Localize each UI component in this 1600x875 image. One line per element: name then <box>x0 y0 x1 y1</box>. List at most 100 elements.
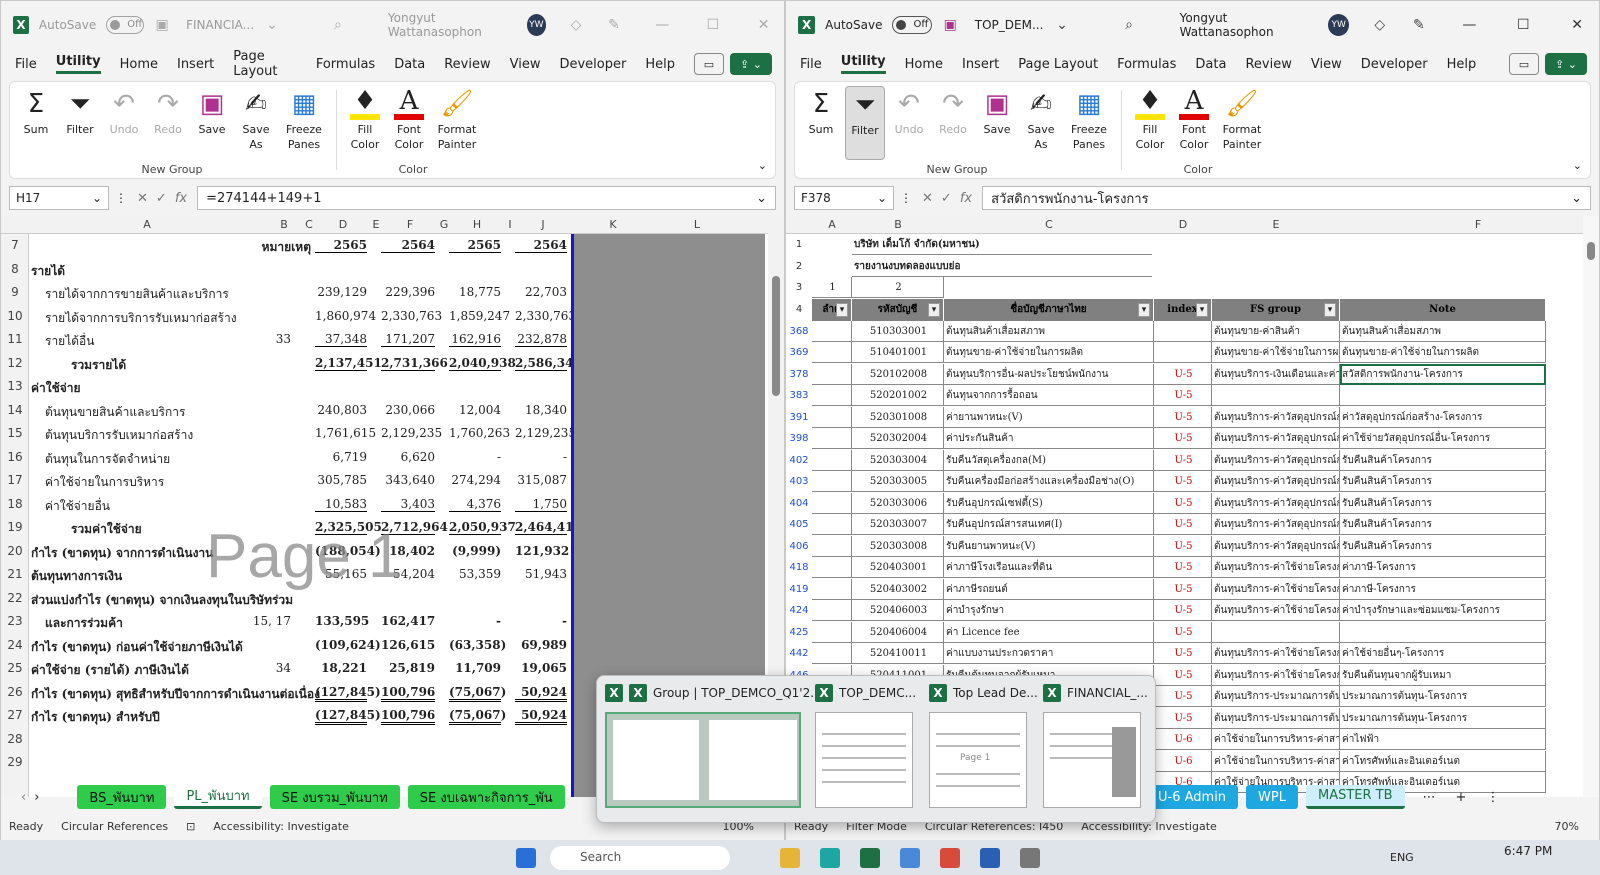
format-painter-button[interactable]: 🖌 Format Painter <box>433 86 481 160</box>
folder-icon[interactable] <box>780 848 800 868</box>
line-label[interactable]: ต้นทุนบริการรับเหมาก่อสร้าง <box>45 426 193 445</box>
chevron-down-icon[interactable]: ⌄ <box>1053 16 1070 34</box>
row-number[interactable]: 19 <box>1 520 29 534</box>
undo-button[interactable]: ↶ Undo <box>889 86 929 160</box>
account-name[interactable]: ค่าภาษีรถยนต์ <box>944 578 1154 600</box>
report-title[interactable]: บริษัท เด็มโก้ จำกัด(มหาชน) <box>852 234 1152 255</box>
excel-taskbar-icon[interactable] <box>860 848 880 868</box>
tab-pl[interactable]: PL_พันบาท <box>174 785 262 809</box>
filter-button[interactable]: ⏷ Filter <box>60 86 100 160</box>
amount-cell[interactable]: 1,750 <box>515 497 567 512</box>
fs-group[interactable]: ต้นทุนบริการ-เงินเดือนและค่าแรง <box>1212 363 1340 385</box>
account-code[interactable]: 520303008 <box>852 535 944 557</box>
freeze-panes-button[interactable]: ▦ Freeze Panes <box>280 86 328 160</box>
menu-utility[interactable]: Utility <box>55 54 101 74</box>
index-cell[interactable]: U-5 <box>1154 406 1212 428</box>
fs-group[interactable]: ต้นทุนบริการ-ประมาณการต้นทุน <box>1212 707 1340 729</box>
menu-insert[interactable]: Insert <box>177 57 214 72</box>
fs-group[interactable]: ต้นทุนบริการ-ค่าใช้จ่ายโครงการ <box>1212 600 1340 621</box>
note-cell[interactable]: รับคืนสินค้าโครงการ <box>1340 471 1546 492</box>
filter-dropdown-icon[interactable]: ▾ <box>928 302 940 317</box>
year-header[interactable]: 2564 <box>515 238 567 253</box>
column-header[interactable]: A <box>29 218 265 231</box>
amount-cell[interactable]: 18,775 <box>449 285 501 299</box>
index-cell[interactable]: U-5 <box>1154 363 1212 385</box>
fs-group[interactable]: ต้นทุนบริการ-ประมาณการต้นทุน <box>1212 686 1340 707</box>
line-label[interactable]: รายได้อื่น <box>45 332 94 351</box>
index-cell[interactable]: U-5 <box>1154 385 1212 406</box>
amount-cell[interactable]: 2,129,235 <box>515 426 576 440</box>
row-number[interactable]: 15 <box>1 426 29 440</box>
amount-cell[interactable]: 6,620 <box>381 450 435 464</box>
cell[interactable] <box>812 514 852 535</box>
amount-cell[interactable]: 37,348 <box>315 332 367 347</box>
account-name[interactable]: ค่าแบบงานประกวดราคา <box>944 643 1154 664</box>
year-header[interactable]: 2564 <box>381 238 435 253</box>
fs-group[interactable]: ต้นทุนบริการ-ค่าใช้จ่ายโครงการ <box>1212 578 1340 600</box>
menu-home[interactable]: Home <box>905 57 943 72</box>
minimize-icon[interactable]: — <box>642 17 683 33</box>
account-code[interactable]: 510401001 <box>852 342 944 363</box>
note-cell[interactable]: ประมาณการต้นทุน-โครงการ <box>1340 707 1546 729</box>
amount-cell[interactable]: 232,878 <box>515 332 567 347</box>
scroll-thumb[interactable] <box>1587 242 1595 260</box>
column-header[interactable]: B <box>852 218 944 231</box>
amount-cell[interactable]: (75,067) <box>449 685 506 702</box>
cell[interactable] <box>812 385 852 406</box>
column-header[interactable]: D <box>315 218 371 231</box>
cell[interactable] <box>812 320 852 342</box>
amount-cell[interactable]: 2,464,412 <box>515 520 582 535</box>
row-number[interactable]: 25 <box>1 661 29 675</box>
file-name[interactable]: FINANCIA... <box>186 18 254 32</box>
tab-wpl[interactable]: WPL <box>1246 785 1298 809</box>
language-indicator[interactable]: ENG <box>1390 851 1414 864</box>
amount-cell[interactable]: 2,330,763 <box>381 309 442 323</box>
filter-dropdown-icon[interactable]: ▾ <box>1196 302 1208 317</box>
start-icon[interactable] <box>516 848 536 868</box>
fs-group[interactable]: ค่าใช้จ่ายในการบริหาร-ค่าสาธารณูปโภค <box>1212 750 1340 772</box>
tab-u6-admin[interactable]: U-6 Admin <box>1146 785 1239 809</box>
amount-cell[interactable]: 19,065 <box>515 661 567 675</box>
index-cell[interactable]: U-6 <box>1154 729 1212 750</box>
tab-bs[interactable]: BS_พันบาท <box>77 785 167 809</box>
vertical-scrollbar[interactable] <box>1583 216 1599 797</box>
amount-cell[interactable]: 1,860,974 <box>315 309 376 323</box>
zoom-level[interactable]: 70% <box>1555 820 1599 833</box>
row-number[interactable]: 1 <box>786 234 812 255</box>
filter-header[interactable]: Note <box>1340 298 1546 321</box>
column-header[interactable]: E <box>371 218 381 231</box>
add-sheet-icon[interactable]: + <box>1456 790 1467 805</box>
menu-file[interactable]: File <box>800 57 822 72</box>
clock[interactable]: 6:47 PM <box>1504 844 1552 858</box>
column-header[interactable]: A <box>812 218 852 231</box>
amount-cell[interactable]: - <box>449 614 501 628</box>
menu-review[interactable]: Review <box>1245 57 1291 72</box>
row-number[interactable]: 24 <box>1 638 29 652</box>
note-header[interactable]: หมายเหตุ <box>249 238 311 257</box>
row-number[interactable]: 442 <box>786 643 812 664</box>
cell[interactable] <box>812 492 852 514</box>
cell[interactable] <box>812 535 852 557</box>
next-sheet-icon[interactable]: › <box>34 790 39 805</box>
index-cell[interactable]: U-5 <box>1154 535 1212 557</box>
amount-cell[interactable]: 6,719 <box>315 450 367 464</box>
close-icon[interactable]: ✕ <box>1555 17 1599 33</box>
preview-item-financial[interactable]: X FINANCIAL_... <box>1043 684 1148 702</box>
account-code[interactable]: 520406003 <box>852 600 944 621</box>
line-label[interactable]: ค่าใช้จ่ายอื่น <box>45 497 110 516</box>
fs-group[interactable]: ต้นทุนบริการ-ค่าใช้จ่ายโครงการ <box>1212 643 1340 664</box>
menu-formulas[interactable]: Formulas <box>316 57 375 72</box>
account-code[interactable]: 520102008 <box>852 363 944 385</box>
name-box[interactable]: F378 ⌄ <box>794 186 894 210</box>
filter-header[interactable]: ชื่อบัญชีภาษาไทย <box>944 298 1154 321</box>
freeze-panes-button[interactable]: ▦ Freeze Panes <box>1065 86 1113 160</box>
amount-cell[interactable]: (127,845) <box>315 685 381 702</box>
minimize-icon[interactable]: — <box>1447 17 1491 33</box>
close-icon[interactable]: ✕ <box>743 17 784 33</box>
line-label[interactable]: รวมรายได้ <box>71 356 126 375</box>
row-number[interactable]: 406 <box>786 536 812 557</box>
account-code[interactable]: 520303004 <box>852 449 944 471</box>
tab-se-consolidated[interactable]: SE งบรวม_พันบาท <box>269 785 400 809</box>
row-number[interactable]: 369 <box>786 342 812 363</box>
row-number[interactable]: 13 <box>1 379 29 393</box>
